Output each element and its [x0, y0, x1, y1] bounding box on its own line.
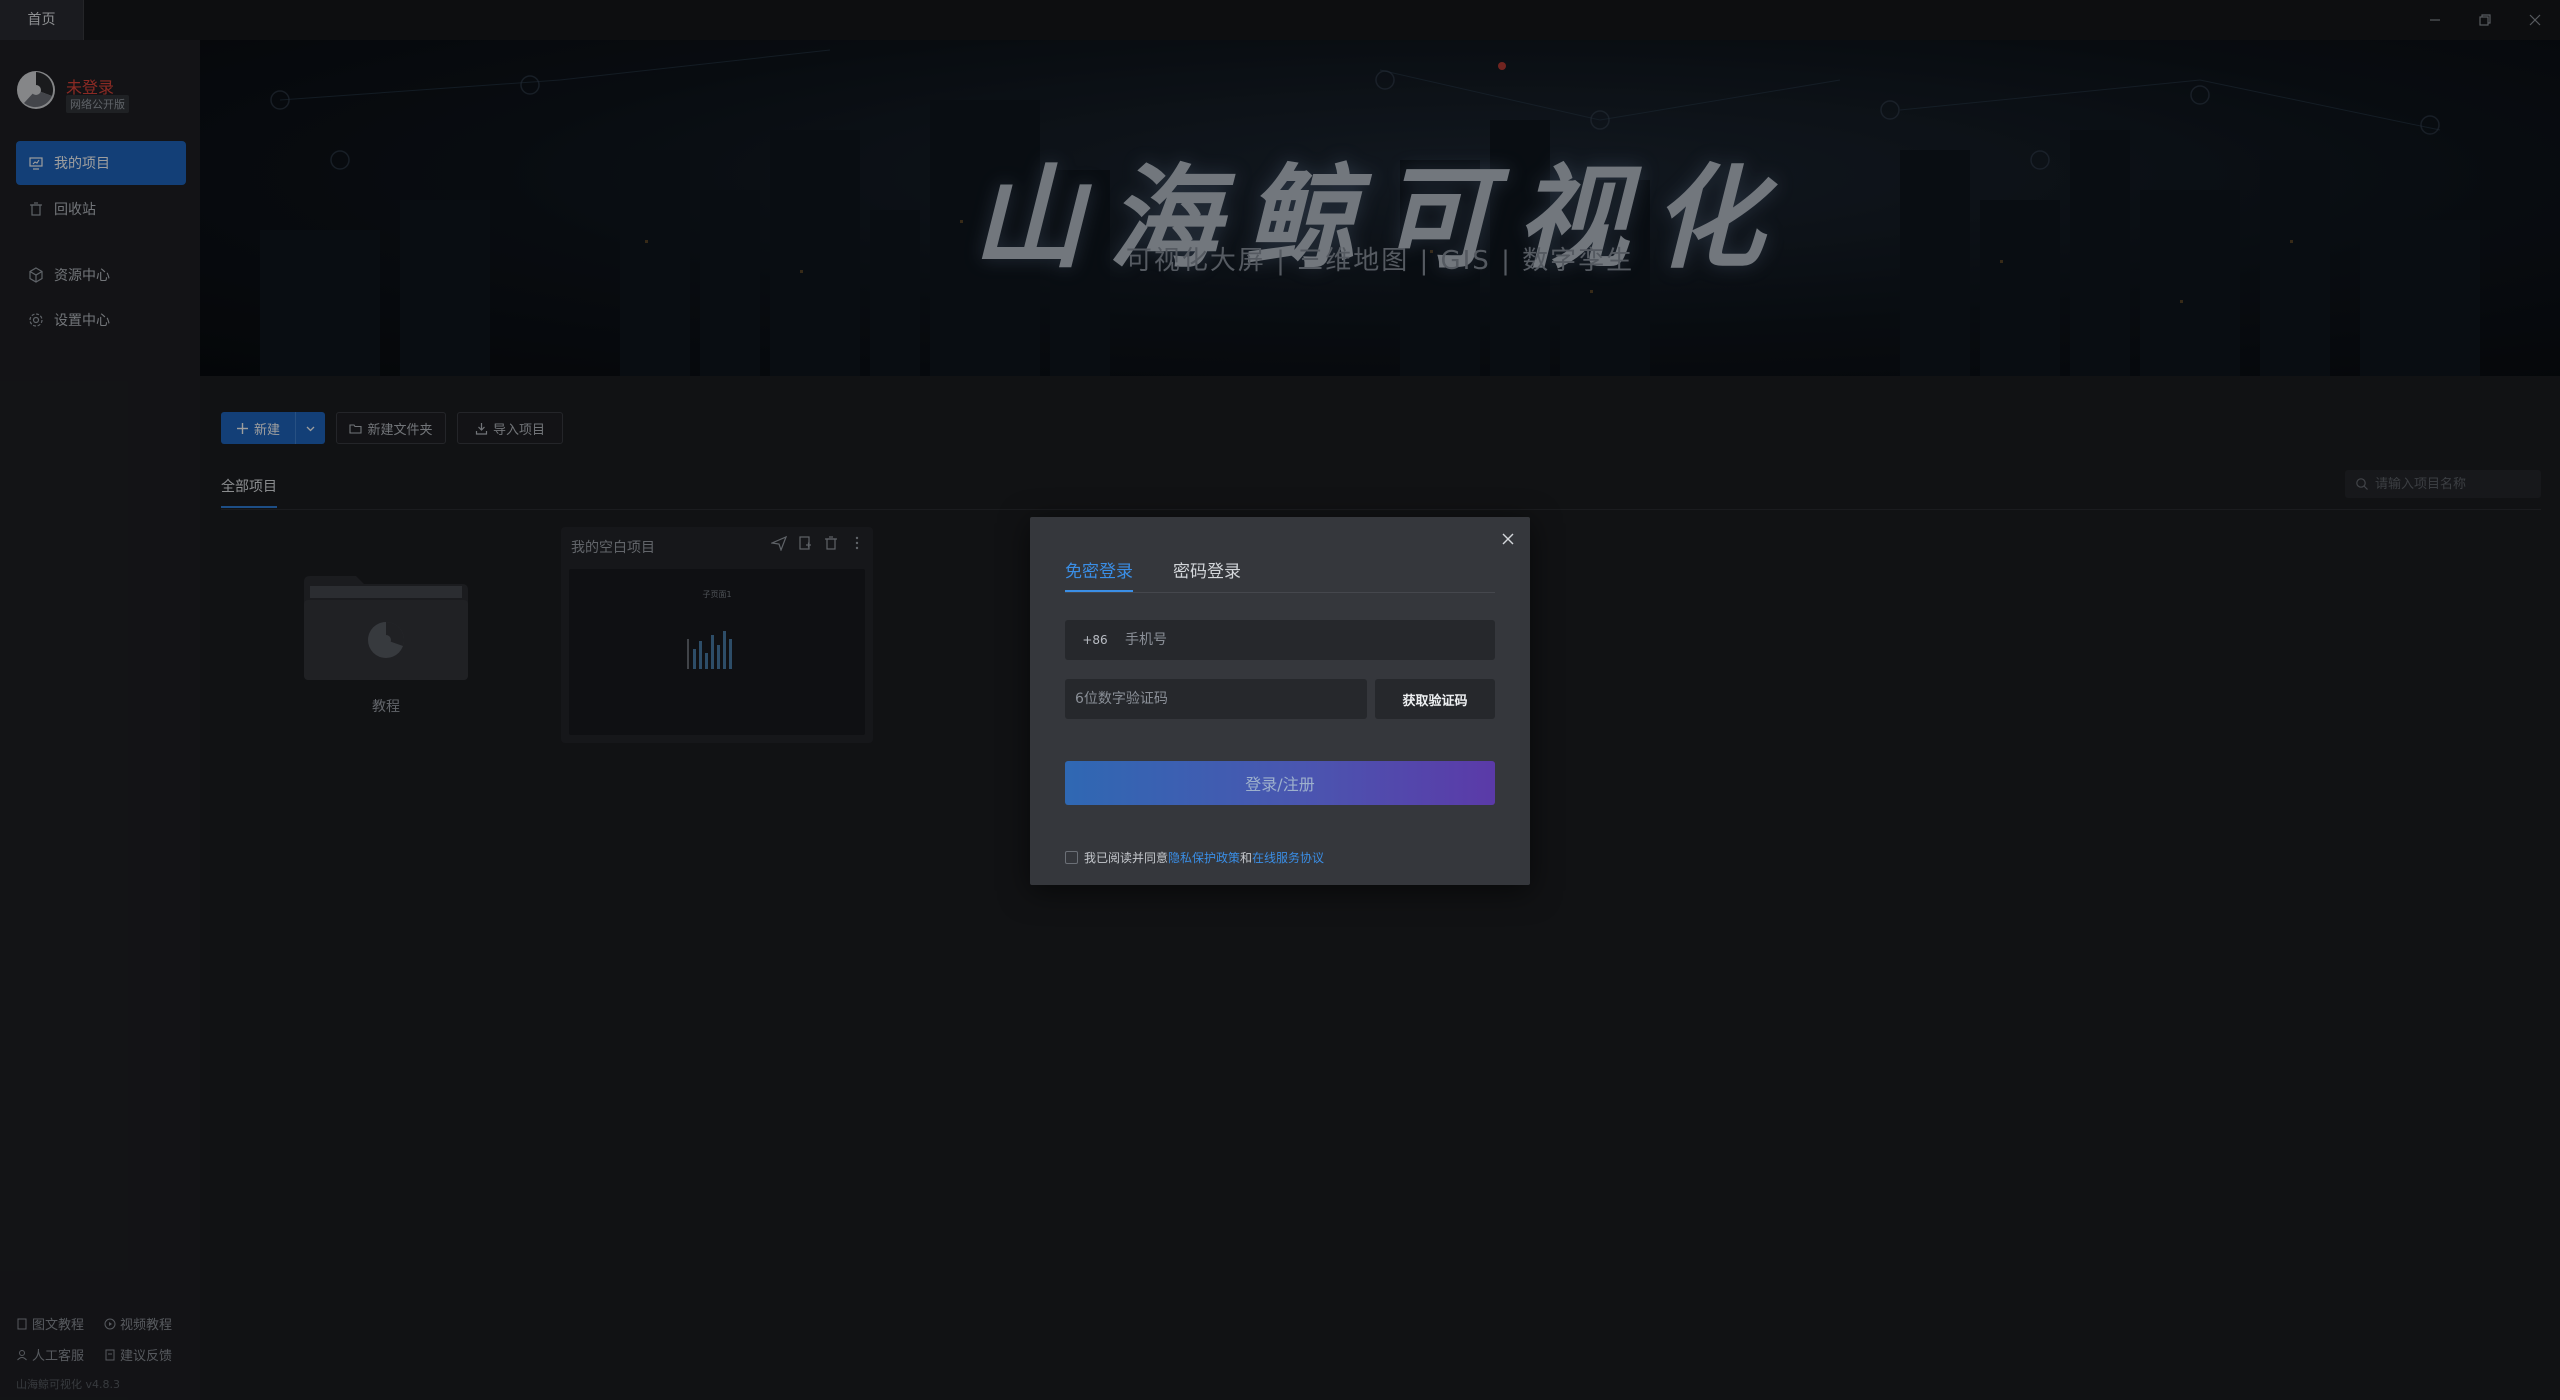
terms-link[interactable]: 在线服务协议: [1252, 849, 1324, 866]
modal-close-button[interactable]: [1496, 527, 1520, 551]
verification-code-input[interactable]: [1075, 679, 1355, 719]
close-icon: [1502, 533, 1514, 545]
agreement-checkbox[interactable]: [1065, 851, 1078, 864]
login-modal: 免密登录 密码登录 +86 获取验证码 登录/注册 我已阅读并同意 隐私保护政策…: [1030, 517, 1530, 885]
agree-and: 和: [1240, 851, 1253, 865]
get-code-button[interactable]: 获取验证码: [1375, 679, 1495, 719]
phone-field[interactable]: +86: [1065, 620, 1495, 660]
tab-sms-login[interactable]: 免密登录: [1065, 557, 1133, 592]
login-register-button[interactable]: 登录/注册: [1065, 761, 1495, 805]
phone-input[interactable]: [1125, 620, 1485, 660]
login-tabs: 免密登录 密码登录: [1065, 557, 1495, 593]
code-field[interactable]: [1065, 679, 1367, 719]
tab-password-login[interactable]: 密码登录: [1173, 557, 1241, 590]
agree-prefix: 我已阅读并同意: [1084, 851, 1169, 865]
agreement-row: 我已阅读并同意 隐私保护政策 和 在线服务协议: [1065, 849, 1324, 866]
privacy-policy-link[interactable]: 隐私保护政策: [1168, 849, 1240, 866]
country-code-select[interactable]: +86: [1065, 633, 1125, 647]
